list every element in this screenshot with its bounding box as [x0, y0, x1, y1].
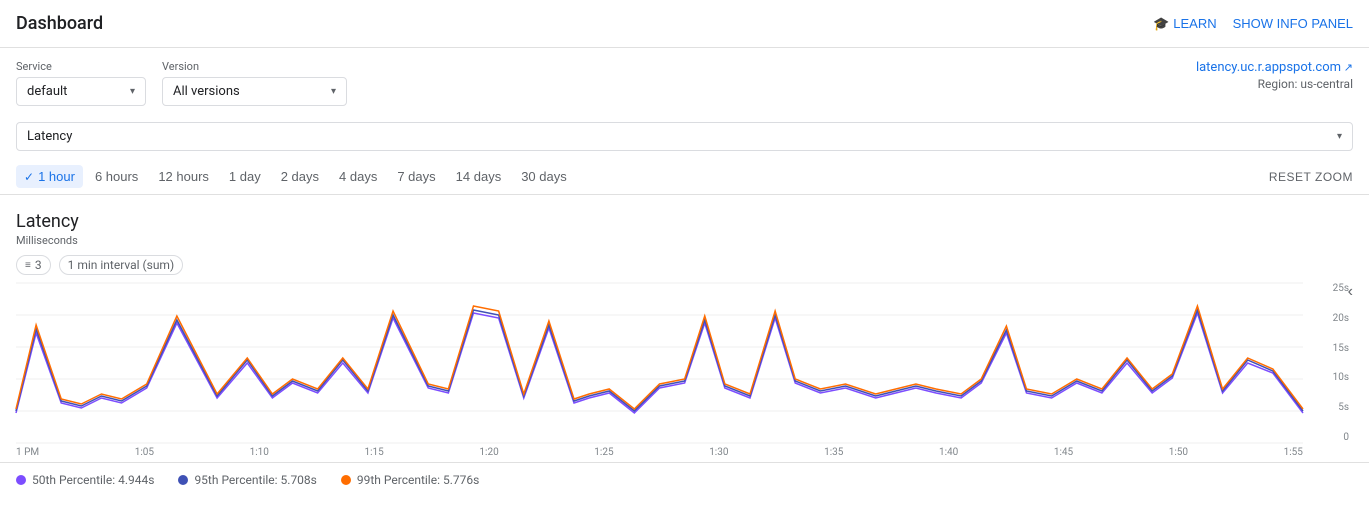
interval-badge: 1 min interval (sum)	[59, 255, 184, 275]
chevron-down-icon-2: ▾	[331, 86, 336, 97]
version-value: All versions	[173, 84, 240, 99]
x-label-120: 1:20	[479, 447, 498, 458]
chart-title: Latency	[16, 211, 1353, 232]
x-axis-labels: 1 PM 1:05 1:10 1:15 1:20 1:25 1:30 1:35 …	[16, 443, 1303, 458]
time-btn-1day[interactable]: 1 day	[221, 165, 269, 188]
filter-icon: ≡	[25, 260, 31, 271]
chart-wrapper: ‹ 25s 20s 15s	[16, 283, 1353, 458]
header: Dashboard 🎓 LEARN SHOW INFO PANEL	[0, 0, 1369, 48]
x-label-145: 1:45	[1054, 447, 1073, 458]
version-select-group: Version All versions ▾	[162, 60, 347, 106]
legend-dot-50th	[16, 475, 26, 485]
legend-dot-95th	[178, 475, 188, 485]
link-group: latency.uc.r.appspot.com Region: us-cent…	[1196, 60, 1353, 91]
y-label-10: 10s	[1333, 372, 1349, 383]
page-title: Dashboard	[16, 13, 103, 34]
filter-badge[interactable]: ≡ 3	[16, 255, 51, 275]
legend-label-99th: 99th Percentile: 5.776s	[357, 473, 479, 487]
x-label-135: 1:35	[824, 447, 843, 458]
collapse-button[interactable]: ‹	[1348, 283, 1353, 301]
x-label-115: 1:15	[365, 447, 384, 458]
x-label-155: 1:55	[1284, 447, 1303, 458]
y-label-15: 15s	[1333, 343, 1349, 354]
time-btn-1hour[interactable]: ✓ 1 hour	[16, 165, 83, 188]
chevron-down-icon: ▾	[130, 86, 135, 97]
header-actions: 🎓 LEARN SHOW INFO PANEL	[1153, 16, 1353, 32]
chart-container: Latency Milliseconds ≡ 3 1 min interval …	[0, 195, 1369, 458]
chart-filters: ≡ 3 1 min interval (sum)	[16, 255, 1353, 275]
time-options: ✓ 1 hour 6 hours 12 hours 1 day 2 days 4…	[16, 165, 575, 188]
service-label: Service	[16, 60, 146, 73]
time-btn-2days[interactable]: 2 days	[273, 165, 327, 188]
metric-dropdown[interactable]: Latency ▾	[16, 122, 1353, 151]
reset-zoom-button[interactable]: RESET ZOOM	[1269, 170, 1353, 184]
chevron-down-icon-3: ▾	[1337, 131, 1342, 142]
metric-value: Latency	[27, 129, 72, 144]
time-range-row: ✓ 1 hour 6 hours 12 hours 1 day 2 days 4…	[0, 159, 1369, 195]
x-label-130: 1:30	[709, 447, 728, 458]
legend-row: 50th Percentile: 4.944s 95th Percentile:…	[0, 462, 1369, 497]
legend-label-50th: 50th Percentile: 4.944s	[32, 473, 154, 487]
time-btn-14days[interactable]: 14 days	[448, 165, 510, 188]
show-info-panel-button[interactable]: SHOW INFO PANEL	[1233, 16, 1353, 31]
service-dropdown[interactable]: default ▾	[16, 77, 146, 106]
x-label-140: 1:40	[939, 447, 958, 458]
metric-dropdown-row: Latency ▾	[0, 118, 1369, 159]
time-btn-30days[interactable]: 30 days	[513, 165, 575, 188]
service-value: default	[27, 84, 67, 99]
legend-item-50th: 50th Percentile: 4.944s	[16, 473, 154, 487]
version-dropdown[interactable]: All versions ▾	[162, 77, 347, 106]
legend-item-99th: 99th Percentile: 5.776s	[341, 473, 479, 487]
time-btn-6hours[interactable]: 6 hours	[87, 165, 146, 188]
filter-count: 3	[35, 258, 42, 272]
check-icon: ✓	[24, 170, 34, 184]
legend-dot-99th	[341, 475, 351, 485]
controls-left: Service default ▾ Version All versions ▾	[16, 60, 347, 106]
time-btn-12hours[interactable]: 12 hours	[150, 165, 217, 188]
y-label-0: 0	[1343, 432, 1349, 443]
x-label-150: 1:50	[1169, 447, 1188, 458]
y-label-25: 25s	[1333, 283, 1349, 294]
legend-label-95th: 95th Percentile: 5.708s	[194, 473, 316, 487]
region-text: Region: us-central	[1196, 77, 1353, 91]
version-label: Version	[162, 60, 347, 73]
y-label-20: 20s	[1333, 313, 1349, 324]
time-btn-4days[interactable]: 4 days	[331, 165, 385, 188]
service-select-group: Service default ▾	[16, 60, 146, 106]
graduation-icon: 🎓	[1153, 16, 1169, 32]
chart-svg	[16, 283, 1303, 443]
x-label-1pm: 1 PM	[16, 447, 39, 458]
controls-row: Service default ▾ Version All versions ▾…	[0, 48, 1369, 118]
learn-button[interactable]: 🎓 LEARN	[1153, 16, 1217, 32]
x-label-110: 1:10	[250, 447, 269, 458]
x-label-105: 1:05	[135, 447, 154, 458]
external-link[interactable]: latency.uc.r.appspot.com	[1196, 60, 1353, 75]
chart-subtitle: Milliseconds	[16, 234, 1353, 247]
time-btn-7days[interactable]: 7 days	[389, 165, 443, 188]
legend-item-95th: 95th Percentile: 5.708s	[178, 473, 316, 487]
y-label-5: 5s	[1338, 402, 1349, 413]
x-label-125: 1:25	[594, 447, 613, 458]
